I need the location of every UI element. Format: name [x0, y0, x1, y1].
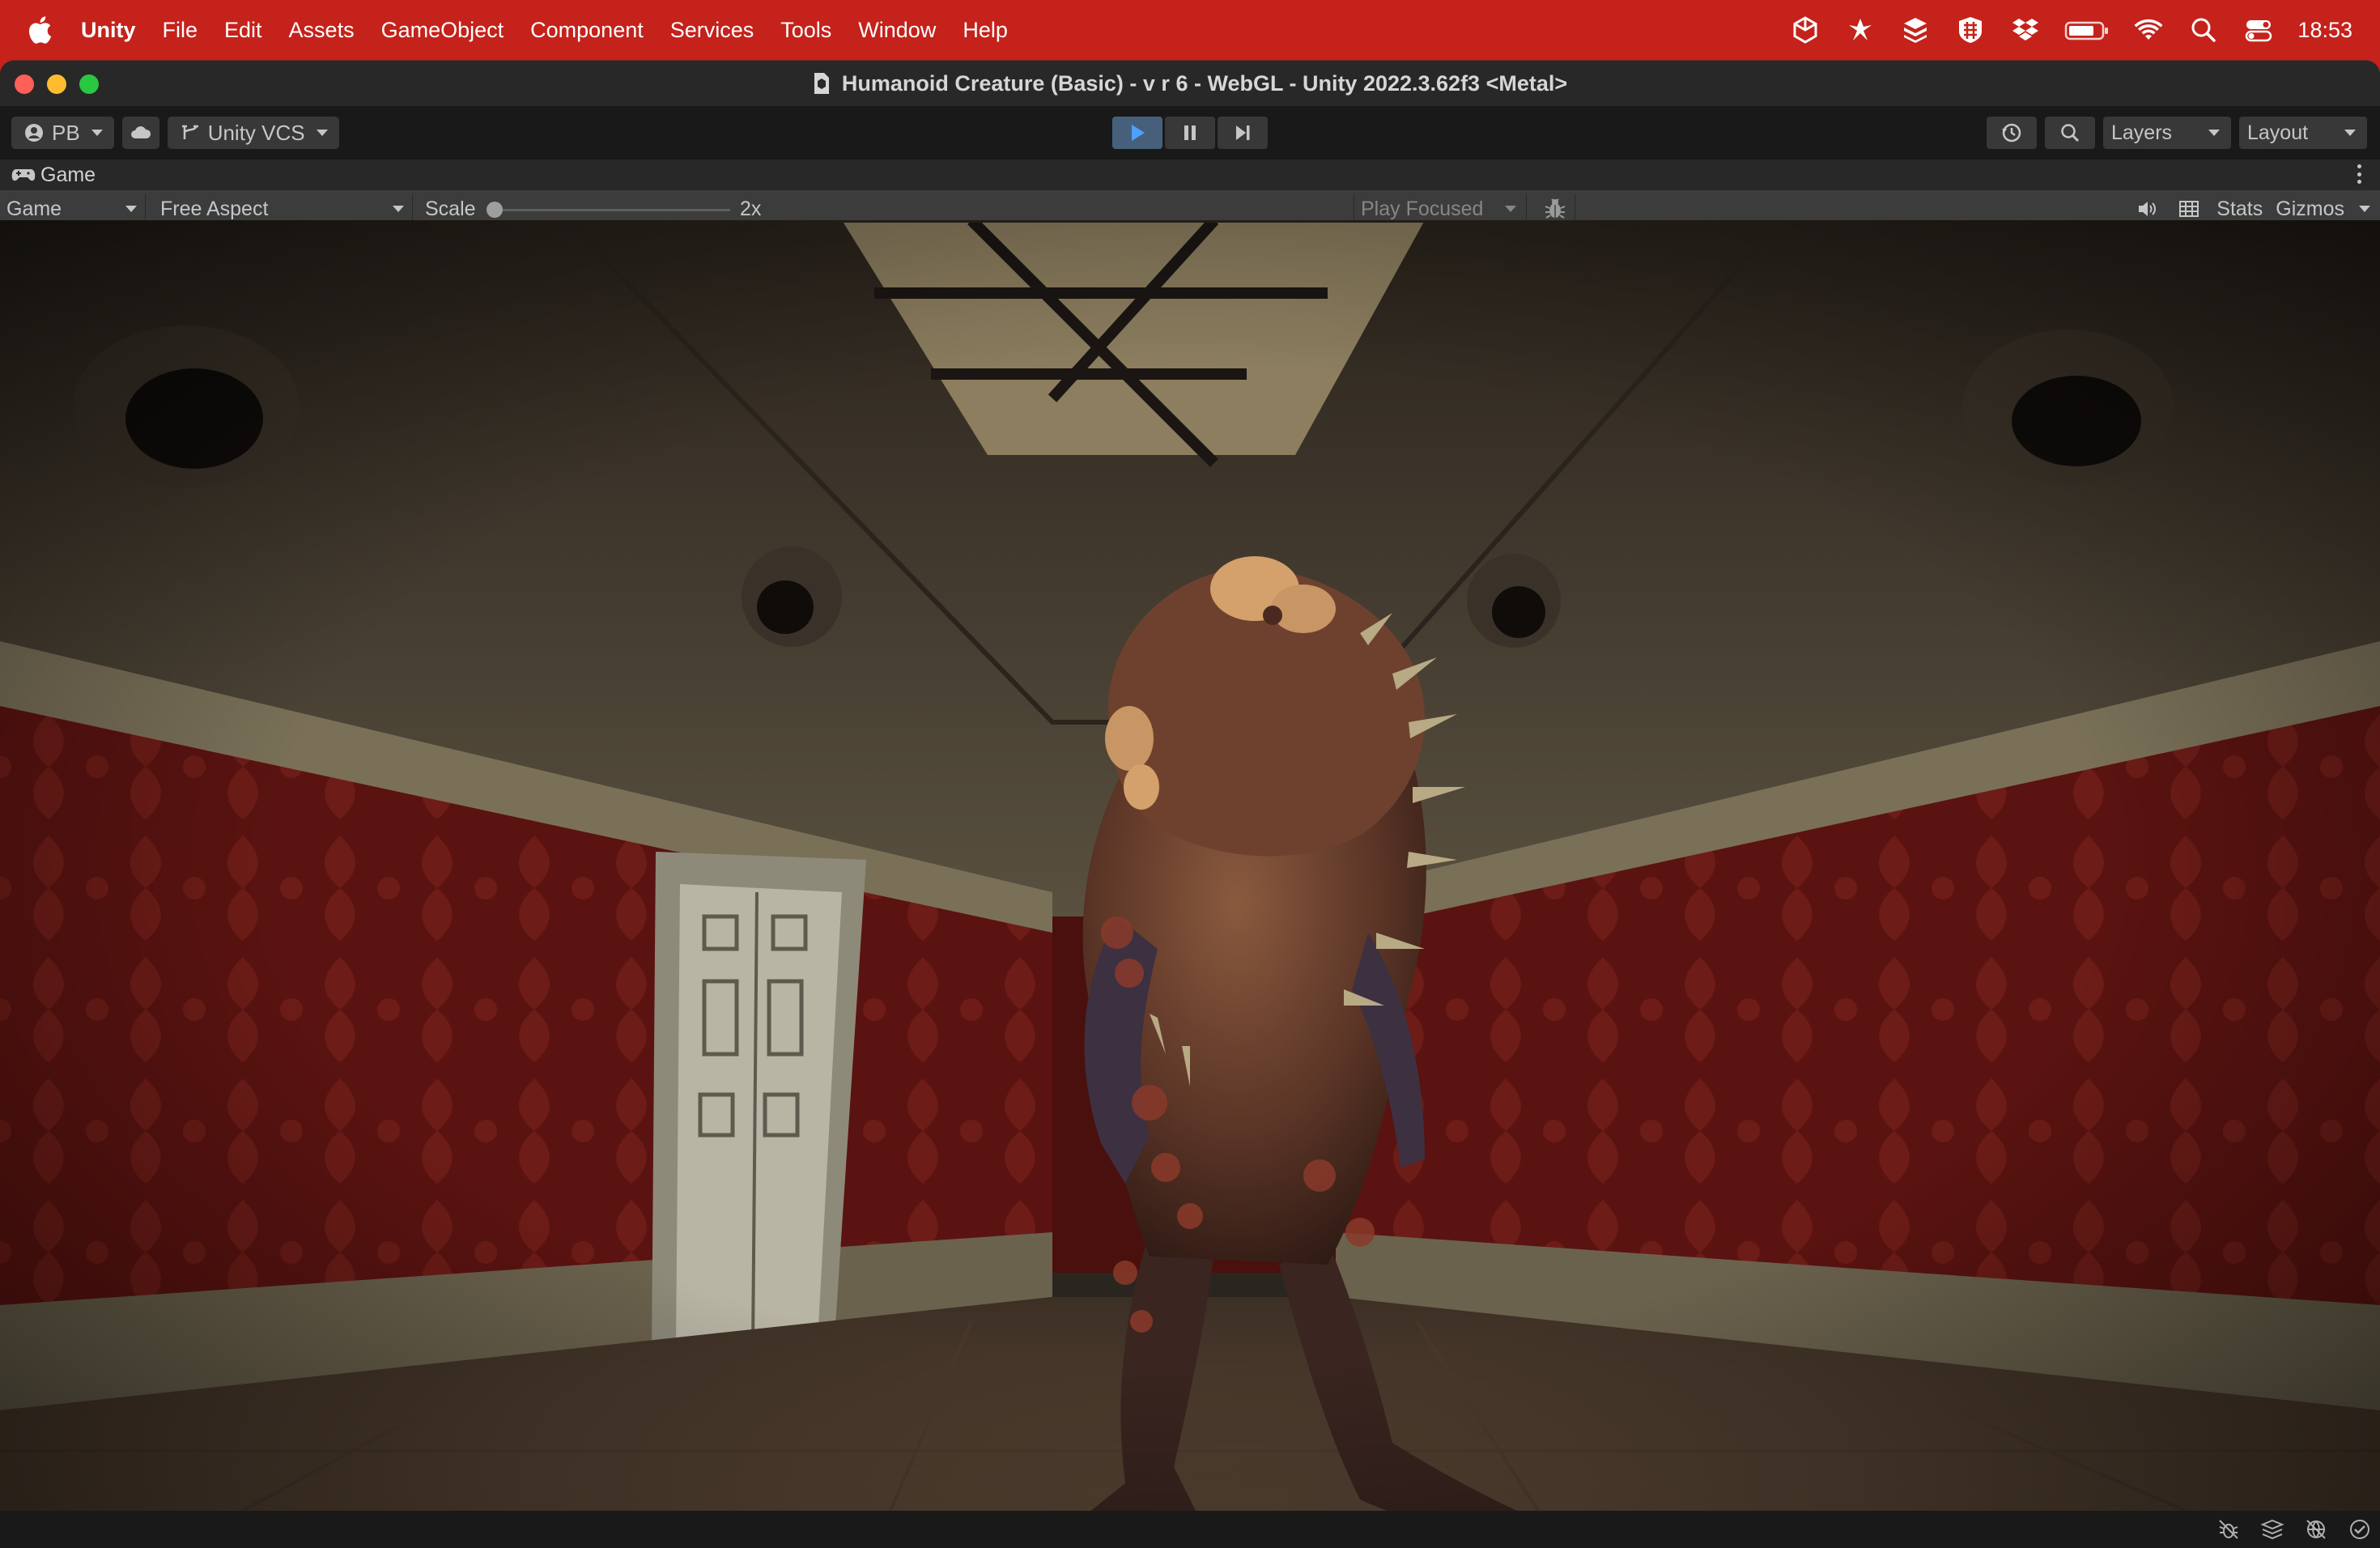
status-bar-icons: [2216, 1517, 2372, 1542]
macos-menubar: Unity File Edit Assets GameObject Compon…: [0, 0, 2380, 60]
menu-edit[interactable]: Edit: [224, 18, 262, 43]
tab-game[interactable]: Game: [40, 164, 96, 187]
layers-stack-icon[interactable]: [2260, 1517, 2284, 1542]
pause-button[interactable]: [1165, 117, 1215, 149]
check-circle-icon[interactable]: [2348, 1517, 2372, 1542]
gizmos-chevron-down-icon[interactable]: [2359, 206, 2370, 212]
minimize-window-button[interactable]: [47, 74, 66, 94]
scale-label: Scale: [425, 197, 476, 220]
game-tab-strip: Game: [0, 159, 2380, 190]
pinwheel-icon[interactable]: [1844, 14, 1876, 46]
chevron-down-icon: [393, 206, 404, 212]
play-button[interactable]: [1112, 117, 1162, 149]
chevron-down-icon: [91, 130, 103, 136]
play-mode-dropdown[interactable]: Play Focused: [1354, 194, 1527, 223]
apple-logo-icon[interactable]: [28, 15, 52, 45]
editor-status-bar: [0, 1511, 2380, 1548]
window-title: Humanoid Creature (Basic) - v r 6 - WebG…: [841, 70, 1568, 96]
pause-icon: [1184, 125, 1196, 140]
game-scene-render: [0, 220, 2380, 1511]
aspect-label: Free Aspect: [160, 197, 269, 220]
menu-gameobject[interactable]: GameObject: [381, 18, 504, 43]
menu-unity[interactable]: Unity: [81, 18, 136, 43]
spotlight-search-icon[interactable]: [2187, 14, 2220, 46]
bug-icon: [1545, 198, 1565, 219]
window-titlebar[interactable]: Humanoid Creature (Basic) - v r 6 - WebG…: [0, 61, 2380, 106]
speaker-icon: [2139, 202, 2157, 216]
layers-label: Layers: [2111, 121, 2173, 144]
dropbox-icon[interactable]: [2009, 14, 2042, 46]
maximize-window-button[interactable]: [79, 74, 99, 94]
display-dropdown[interactable]: Game: [0, 194, 146, 223]
menu-component[interactable]: Component: [530, 18, 644, 43]
game-viewport[interactable]: [0, 220, 2380, 1511]
step-button[interactable]: [1218, 117, 1268, 149]
branch-icon: [181, 125, 198, 139]
menu-window[interactable]: Window: [858, 18, 936, 43]
scale-slider-handle[interactable]: [487, 202, 503, 218]
network-off-icon[interactable]: [2304, 1517, 2328, 1542]
cloud-icon: [130, 126, 151, 138]
gamepad-icon: [11, 169, 36, 181]
chevron-down-icon: [125, 206, 137, 212]
version-control-dropdown[interactable]: Unity VCS: [167, 117, 339, 149]
menubar-clock[interactable]: 18:53: [2297, 18, 2352, 43]
document-icon: [814, 73, 829, 94]
main-toolbar: PB Unity VCS Layers Layout: [0, 106, 2380, 159]
debug-toggle-button[interactable]: [1535, 194, 1575, 223]
history-icon: [2002, 123, 2021, 142]
menu-file[interactable]: File: [163, 18, 198, 43]
menu-tools[interactable]: Tools: [780, 18, 831, 43]
display-label: Game: [6, 197, 62, 220]
layout-label: Layout: [2247, 121, 2309, 144]
layers-dropdown[interactable]: Layers: [2103, 117, 2231, 149]
account-dropdown[interactable]: PB: [11, 117, 114, 149]
scale-value: 2x: [740, 198, 762, 220]
chevron-down-icon: [2208, 130, 2220, 136]
cloud-button[interactable]: [121, 117, 159, 149]
account-icon: [25, 124, 43, 142]
account-label: PB: [52, 120, 80, 145]
play-mode-label: Play Focused: [1361, 197, 1484, 220]
control-center-icon[interactable]: [2242, 14, 2275, 46]
play-controls: [1112, 117, 1268, 149]
close-window-button[interactable]: [15, 74, 34, 94]
unity-hub-icon[interactable]: [1789, 14, 1821, 46]
aspect-dropdown[interactable]: Free Aspect: [154, 194, 413, 223]
chevron-down-icon: [1505, 206, 1516, 212]
tab-options-menu-icon[interactable]: [2357, 164, 2362, 184]
play-icon: [1132, 125, 1145, 141]
status-area: 18:53: [1789, 0, 2380, 60]
chevron-down-icon: [316, 130, 328, 136]
menu-help[interactable]: Help: [963, 18, 1008, 43]
stats-button[interactable]: Stats: [2210, 198, 2269, 221]
search-icon: [2061, 124, 2080, 142]
grid-icon: [2179, 201, 2199, 217]
menu-services[interactable]: Services: [670, 18, 754, 43]
step-icon: [1236, 125, 1250, 140]
menu-assets[interactable]: Assets: [289, 18, 355, 43]
debug-off-icon[interactable]: [2216, 1517, 2241, 1542]
scale-slider-track[interactable]: [494, 209, 730, 211]
gizmos-button[interactable]: Gizmos: [2269, 198, 2351, 221]
traffic-lights: [15, 74, 99, 94]
search-button[interactable]: [2045, 117, 2095, 149]
vcs-label: Unity VCS: [207, 120, 305, 145]
toolbar-right: Layers Layout: [1987, 117, 2367, 149]
wifi-icon[interactable]: [2132, 14, 2165, 46]
undo-history-button[interactable]: [1987, 117, 2037, 149]
battery-icon[interactable]: [2064, 14, 2110, 46]
stack-icon[interactable]: [1899, 14, 1932, 46]
chevron-down-icon: [2344, 130, 2356, 136]
grid-shield-icon[interactable]: [1954, 14, 1987, 46]
layout-dropdown[interactable]: Layout: [2239, 117, 2367, 149]
